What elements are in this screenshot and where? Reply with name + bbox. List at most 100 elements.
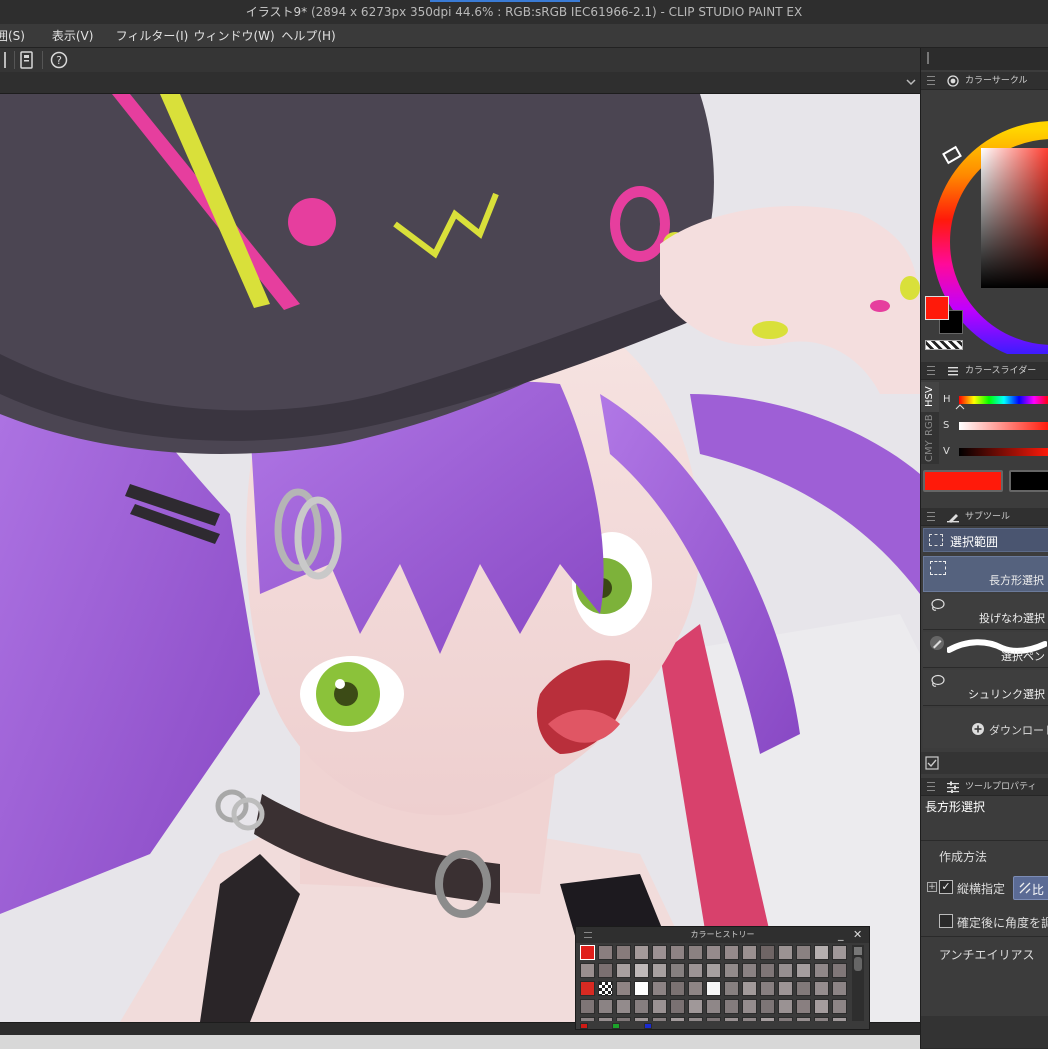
saturation-slider[interactable] [959,422,1048,430]
color-history-swatch[interactable] [634,963,649,978]
color-history-swatch[interactable] [580,945,595,960]
color-history-swatch[interactable] [598,981,613,996]
color-history-swatch[interactable] [796,963,811,978]
color-history-swatch[interactable] [616,999,631,1014]
color-history-swatch[interactable] [652,1017,667,1021]
color-history-swatch[interactable] [832,945,847,960]
color-history-swatch[interactable] [688,1017,703,1021]
tab-cmy[interactable]: CMY [921,438,939,464]
ratio-button[interactable]: 比 [1013,876,1048,900]
color-history-swatch[interactable] [634,999,649,1014]
subtool-item-rect-select[interactable]: 長方形選択 [923,556,1048,592]
subtool-item-lasso[interactable]: 投げなわ選択 [923,594,1048,630]
color-history-swatch[interactable] [670,999,685,1014]
color-circle-header[interactable]: カラーサークル [921,72,1048,90]
color-history-swatch[interactable] [688,963,703,978]
drag-grip-icon[interactable] [927,366,935,375]
color-history-swatch[interactable] [598,963,613,978]
color-history-swatch[interactable] [598,945,613,960]
minimize-icon[interactable]: _ [838,927,844,943]
color-history-swatch[interactable] [706,999,721,1014]
color-history-swatch[interactable] [616,981,631,996]
color-history-swatch[interactable] [706,981,721,996]
color-history-swatch[interactable] [796,945,811,960]
angle-checkbox[interactable] [939,914,953,928]
color-history-swatch[interactable] [598,999,613,1014]
scroll-up-icon[interactable] [854,947,862,955]
color-history-swatch[interactable] [778,1017,793,1021]
color-history-swatch[interactable] [634,981,649,996]
color-history-swatch[interactable] [742,999,757,1014]
color-history-swatch[interactable] [742,1017,757,1021]
color-history-swatch[interactable] [832,963,847,978]
subtool-group-tab[interactable]: 選択範囲 [923,528,1048,552]
color-history-swatch[interactable] [634,945,649,960]
color-history-swatch[interactable] [580,999,595,1014]
color-history-swatch[interactable] [670,981,685,996]
color-history-swatch[interactable] [778,999,793,1014]
color-history-swatch[interactable] [634,1017,649,1021]
color-history-swatch[interactable] [814,945,829,960]
menu-help[interactable]: ヘルプ(H) [281,24,351,48]
canvas-area[interactable] [0,94,920,1022]
color-history-swatch[interactable] [688,945,703,960]
color-history-swatch[interactable] [778,981,793,996]
color-history-swatch[interactable] [742,945,757,960]
color-history-swatch[interactable] [814,963,829,978]
menu-view[interactable]: 表示(V) [52,24,112,48]
color-history-swatch[interactable] [706,963,721,978]
color-history-swatch[interactable] [760,999,775,1014]
tab-hsv[interactable]: HSV [921,382,939,412]
color-history-swatch[interactable] [580,981,595,996]
subtool-header[interactable]: サブツール [921,508,1048,526]
expand-icon[interactable]: + [927,882,937,892]
hue-cursor[interactable] [942,145,962,165]
color-slider-header[interactable]: カラースライダー [921,362,1048,380]
color-history-swatch[interactable] [598,1017,613,1021]
menu-selection[interactable]: 囲(S) [0,24,48,48]
menu-window[interactable]: ウィンドウ(W) [193,24,277,48]
settings-check-icon[interactable] [925,756,939,770]
color-history-swatch[interactable] [832,999,847,1014]
value-slider[interactable] [959,448,1048,456]
aspect-checkbox[interactable]: ✓ [939,880,953,894]
color-history-swatch[interactable] [652,999,667,1014]
hue-slider[interactable] [959,396,1048,404]
device-icon[interactable] [20,51,34,69]
color-history-swatch[interactable] [742,981,757,996]
color-history-swatch[interactable] [706,945,721,960]
color-history-swatch[interactable] [706,1017,721,1021]
color-history-swatch[interactable] [652,945,667,960]
help-icon[interactable]: ? [50,51,68,69]
color-history-swatch[interactable] [796,981,811,996]
horizontal-scrollbar[interactable] [0,1035,920,1049]
color-history-swatch[interactable] [670,945,685,960]
color-history-swatch[interactable] [760,981,775,996]
color-history-mini-swatch[interactable] [580,1023,588,1029]
color-history-swatch[interactable] [742,963,757,978]
dock-grip[interactable] [927,52,929,64]
transparent-color-swatch[interactable] [925,340,963,350]
subtool-item-select-pen[interactable]: 選択ペン [923,632,1048,668]
color-history-swatch[interactable] [580,963,595,978]
main-color-front[interactable] [925,296,949,320]
chevron-down-icon[interactable] [906,78,916,86]
color-history-swatch[interactable] [616,1017,631,1021]
color-history-swatch[interactable] [616,945,631,960]
hue-slider-thumb[interactable] [955,404,965,410]
download-row[interactable]: ダウンロード [923,708,1048,748]
color-history-swatch[interactable] [652,963,667,978]
tool-edge-icon[interactable] [0,52,6,68]
tool-property-header[interactable]: ツールプロパティ [921,778,1048,796]
color-history-swatch[interactable] [670,1017,685,1021]
close-icon[interactable]: ✕ [853,927,862,943]
color-history-swatch[interactable] [796,999,811,1014]
color-history-swatch[interactable] [832,981,847,996]
slider-sub-color[interactable] [1009,470,1048,492]
color-history-swatch[interactable] [814,981,829,996]
tab-rgb[interactable]: RGB [921,412,939,438]
color-history-swatch[interactable] [724,1017,739,1021]
drag-grip-icon[interactable] [927,782,935,791]
color-history-swatch[interactable] [652,981,667,996]
color-history-swatch[interactable] [724,945,739,960]
